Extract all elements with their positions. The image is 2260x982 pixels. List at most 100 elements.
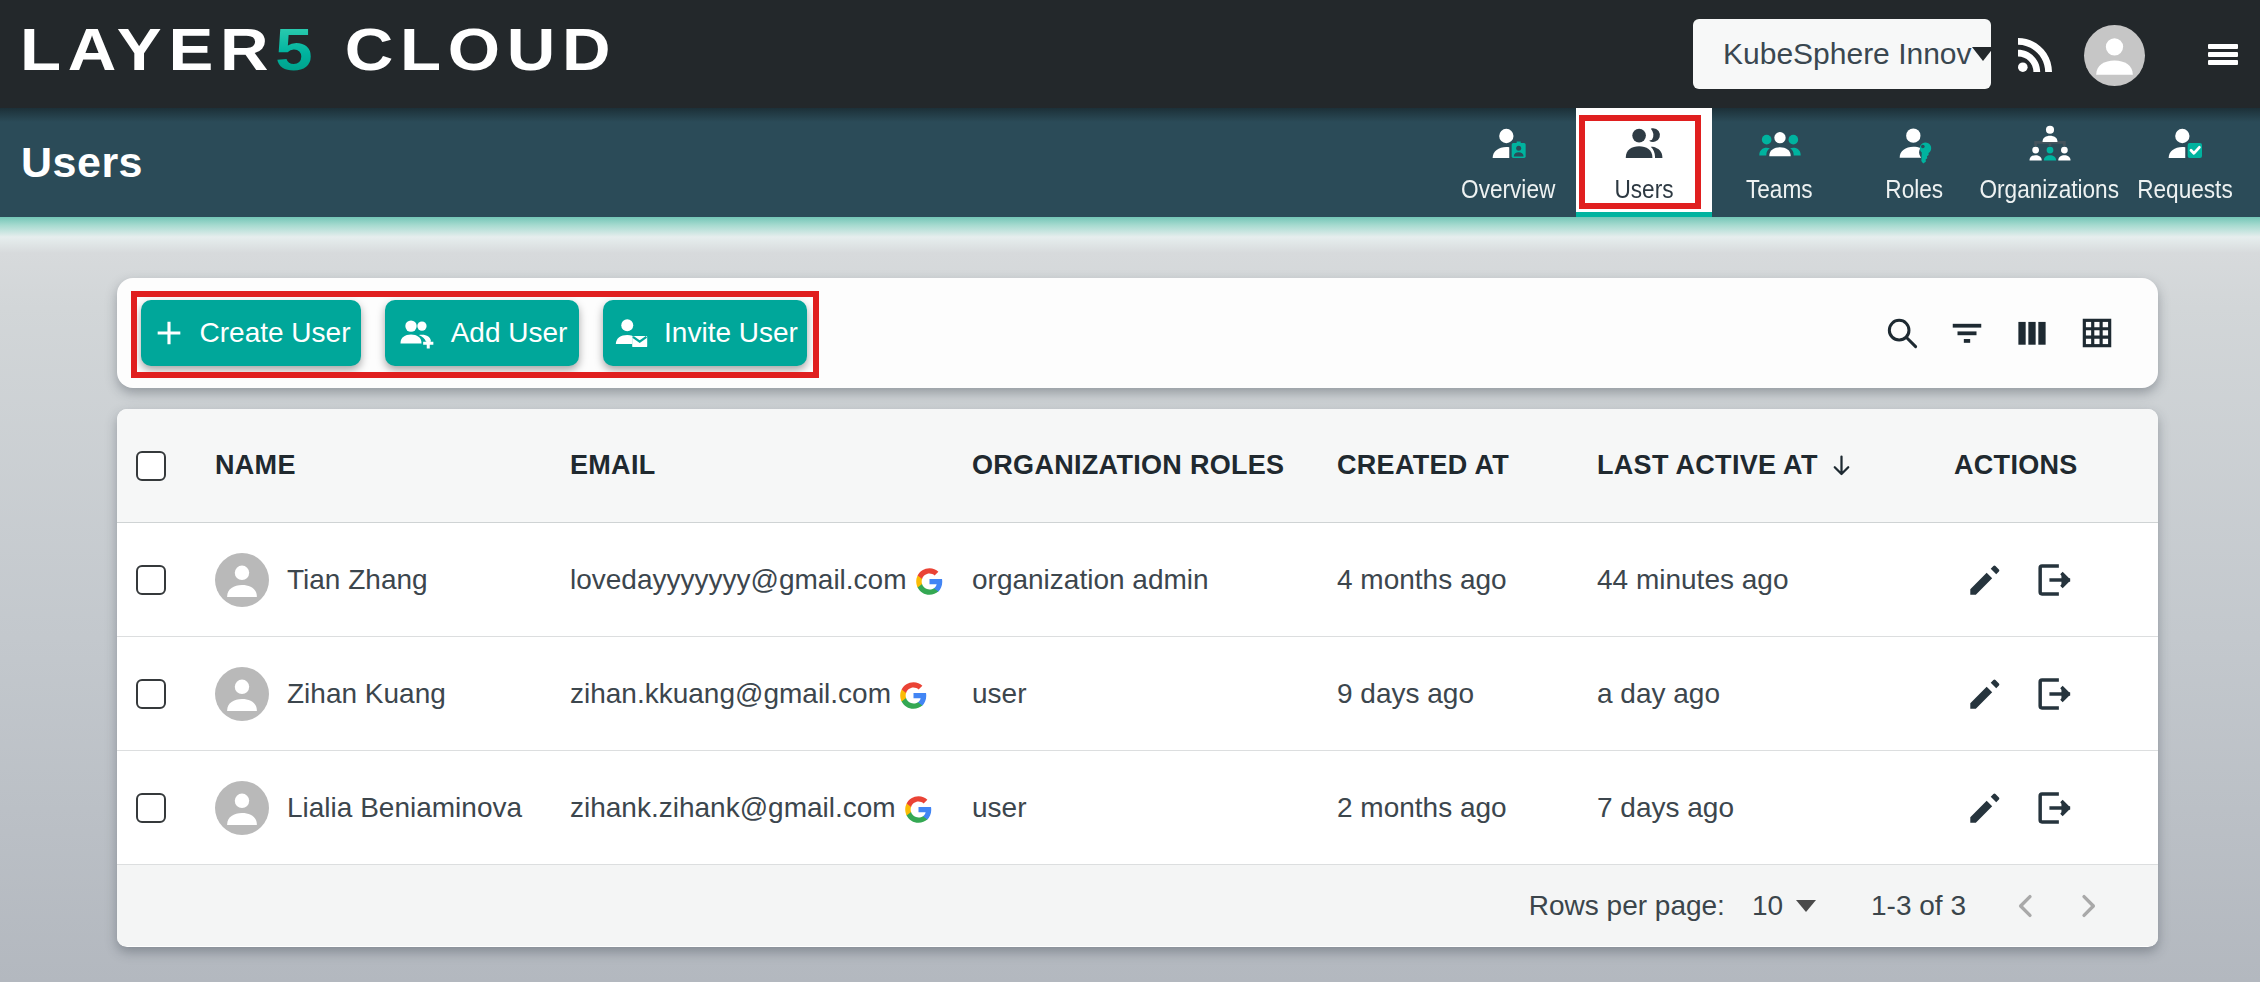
toolbar-icon-group <box>1883 278 2116 388</box>
tab-overview[interactable]: Overview <box>1441 108 1576 217</box>
logo-text-cloud: CLOUD <box>319 16 617 83</box>
tab-users-label: Users <box>1614 174 1673 205</box>
users-table: NAME EMAIL ORGANIZATION ROLES CREATED AT… <box>117 409 2158 947</box>
user-last-active: a day ago <box>1597 678 1954 710</box>
grid-icon[interactable] <box>2078 314 2116 352</box>
logo-text-layer: LAYER <box>20 16 275 83</box>
column-header-email[interactable]: EMAIL <box>570 450 972 481</box>
column-header-org-roles[interactable]: ORGANIZATION ROLES <box>972 450 1337 481</box>
user-email: zihank.zihank@gmail.com <box>570 792 896 824</box>
google-icon <box>915 567 944 596</box>
rss-feed-icon[interactable] <box>2012 30 2060 78</box>
person-mail-icon <box>612 315 650 351</box>
rows-per-page-select[interactable]: 10 <box>1752 890 1816 922</box>
page-title: Users <box>21 108 143 217</box>
invite-user-button[interactable]: Invite User <box>603 300 807 366</box>
user-name: Tian Zhang <box>287 564 428 596</box>
top-app-bar: LAYER5 CLOUD KubeSphere In <box>0 0 2260 108</box>
invite-user-label: Invite User <box>664 317 798 349</box>
row-avatar <box>215 781 269 835</box>
tab-teams-label: Teams <box>1746 174 1813 205</box>
user-last-active: 7 days ago <box>1597 792 1954 824</box>
toolbar-buttons: Create User Add User <box>141 300 807 366</box>
search-icon[interactable] <box>1883 314 1921 352</box>
create-user-button[interactable]: Create User <box>141 300 361 366</box>
edit-user-icon[interactable] <box>1962 785 2008 831</box>
tab-teams[interactable]: Teams <box>1712 108 1847 217</box>
person-clipboard-icon <box>2165 124 2205 166</box>
layer5-cloud-logo[interactable]: LAYER5 CLOUD <box>20 0 553 108</box>
user-created-at: 9 days ago <box>1337 678 1597 710</box>
user-role: user <box>972 792 1337 824</box>
table-header-row: NAME EMAIL ORGANIZATION ROLES CREATED AT… <box>117 409 2158 523</box>
user-email: lovedayyyyyyy@gmail.com <box>570 564 907 596</box>
filter-icon[interactable] <box>1948 314 1986 352</box>
row-checkbox[interactable] <box>136 679 166 709</box>
next-page-icon[interactable] <box>2070 888 2106 924</box>
user-name: Lialia Beniaminova <box>287 792 522 824</box>
column-header-actions: ACTIONS <box>1954 450 2158 481</box>
google-icon <box>904 795 933 824</box>
select-all-checkbox[interactable] <box>136 451 166 481</box>
rows-per-page-value: 10 <box>1752 890 1783 922</box>
user-created-at: 4 months ago <box>1337 564 1597 596</box>
add-user-label: Add User <box>451 317 568 349</box>
sort-desc-arrow-icon <box>1828 452 1855 479</box>
edit-user-icon[interactable] <box>1962 671 2008 717</box>
plus-icon <box>152 316 186 350</box>
menu-icon[interactable] <box>2208 44 2238 65</box>
column-header-name[interactable]: NAME <box>215 450 570 481</box>
column-header-last-active-at[interactable]: LAST ACTIVE AT <box>1597 450 1954 481</box>
column-header-created-at[interactable]: CREATED AT <box>1337 450 1597 481</box>
person-add-icon <box>397 315 437 351</box>
tab-requests-label: Requests <box>2137 174 2233 205</box>
table-row: Lialia Beniaminova zihank.zihank@gmail.c… <box>117 751 2158 865</box>
rows-per-page-label: Rows per page: <box>1529 890 1725 922</box>
tab-roles-label: Roles <box>1886 174 1944 205</box>
logout-user-icon[interactable] <box>2030 785 2076 831</box>
user-last-active: 44 minutes ago <box>1597 564 1954 596</box>
table-pagination: Rows per page: 10 1-3 of 3 <box>117 865 2158 946</box>
tab-overview-label: Overview <box>1461 174 1555 205</box>
google-icon <box>899 681 928 710</box>
row-checkbox[interactable] <box>136 565 166 595</box>
logo-text-5: 5 <box>275 16 319 83</box>
add-user-button[interactable]: Add User <box>385 300 579 366</box>
organization-switcher[interactable]: KubeSphere Innov <box>1693 19 1991 89</box>
table-row: Tian Zhang lovedayyyyyyy@gmail.com organ… <box>117 523 2158 637</box>
user-role: organization admin <box>972 564 1337 596</box>
caret-down-icon <box>1796 900 1816 912</box>
pagination-range: 1-3 of 3 <box>1871 890 1966 922</box>
person-badge-icon <box>1489 124 1529 166</box>
logout-user-icon[interactable] <box>2030 671 2076 717</box>
row-avatar <box>215 553 269 607</box>
organization-switcher-label: KubeSphere Innov <box>1723 37 1972 71</box>
tab-organizations[interactable]: Organizations <box>1982 108 2117 217</box>
tab-organizations-label: Organizations <box>1980 174 2120 205</box>
nav-tabs: Overview Users <box>1441 108 2252 217</box>
section-nav-bar: Users Overview <box>0 108 2260 217</box>
tab-roles[interactable]: Roles <box>1847 108 1982 217</box>
table-toolbar: Create User Add User <box>117 278 2158 388</box>
user-name: Zihan Kuang <box>287 678 446 710</box>
table-row: Zihan Kuang zihan.kkuang@gmail.com user … <box>117 637 2158 751</box>
tab-requests[interactable]: Requests <box>2117 108 2252 217</box>
tab-users[interactable]: Users <box>1576 108 1712 217</box>
edit-user-icon[interactable] <box>1962 557 2008 603</box>
page-content: Create User Add User <box>0 217 2260 982</box>
user-role: user <box>972 678 1337 710</box>
teams-group-icon <box>1758 124 1802 166</box>
chevron-down-icon <box>1972 47 1994 61</box>
users-group-icon <box>1623 124 1665 166</box>
row-avatar <box>215 667 269 721</box>
person-key-icon <box>1895 124 1935 166</box>
create-user-label: Create User <box>200 317 351 349</box>
user-created-at: 2 months ago <box>1337 792 1597 824</box>
columns-icon[interactable] <box>2013 314 2051 352</box>
previous-page-icon[interactable] <box>2008 888 2044 924</box>
logout-user-icon[interactable] <box>2030 557 2076 603</box>
user-avatar[interactable] <box>2084 25 2145 86</box>
user-email: zihan.kkuang@gmail.com <box>570 678 891 710</box>
row-checkbox[interactable] <box>136 793 166 823</box>
org-hierarchy-icon <box>2028 124 2072 166</box>
